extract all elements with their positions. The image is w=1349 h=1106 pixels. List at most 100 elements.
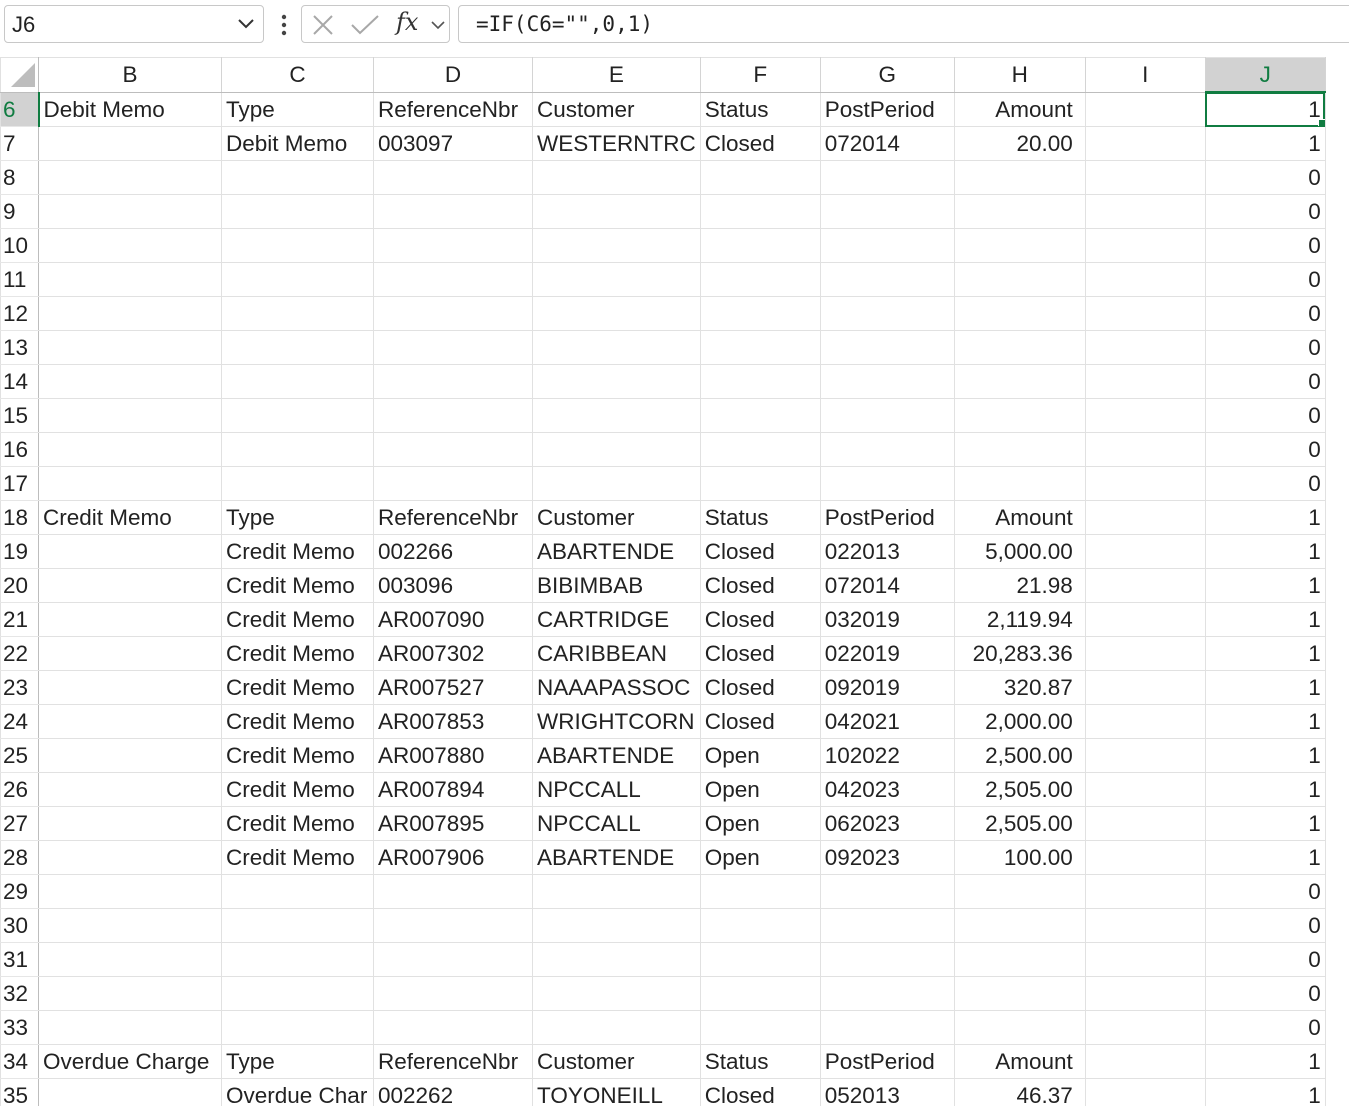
row-header[interactable]: 29 (0, 874, 39, 909)
cell-g[interactable]: PostPeriod (819, 500, 955, 535)
cell-e[interactable] (532, 228, 701, 263)
cell-c[interactable]: Credit Memo (221, 704, 374, 739)
cell-j[interactable]: 1 (1204, 1078, 1326, 1106)
cell-j[interactable]: 0 (1204, 330, 1326, 365)
cell-j[interactable]: 1 (1204, 1044, 1326, 1079)
active-cell[interactable]: 1 (1204, 91, 1326, 127)
cell-f[interactable]: Closed (699, 670, 821, 705)
cell-g[interactable]: 042021 (819, 704, 955, 739)
cell-j[interactable]: 0 (1204, 398, 1326, 433)
row-header[interactable]: 8 (0, 160, 39, 195)
cell-e[interactable] (532, 364, 701, 399)
cell-i[interactable] (1084, 806, 1206, 841)
row-header[interactable]: 25 (0, 738, 39, 773)
cell-c[interactable]: Overdue Char (221, 1078, 374, 1106)
name-box-value[interactable]: J6 (12, 12, 35, 38)
cell-e[interactable] (532, 262, 701, 297)
cell-j[interactable]: 0 (1204, 262, 1326, 297)
cell-d[interactable]: 003096 (373, 568, 533, 603)
cell-j[interactable]: 1 (1204, 126, 1326, 161)
cell-g[interactable]: 102022 (819, 738, 955, 773)
cell-b[interactable] (38, 466, 222, 501)
cell-e[interactable]: BIBIMBAB (532, 568, 701, 603)
cell-h[interactable] (953, 228, 1086, 263)
cell-c[interactable]: Credit Memo (221, 568, 374, 603)
cell-d[interactable] (373, 398, 533, 433)
cell-g[interactable] (819, 432, 955, 467)
cell-g[interactable]: 062023 (819, 806, 955, 841)
formula-text[interactable]: =IF(C6="",0,1) (476, 12, 653, 36)
cell-i[interactable] (1084, 534, 1206, 569)
row-header[interactable]: 16 (0, 432, 39, 467)
cell-d[interactable]: AR007302 (373, 636, 533, 671)
cell-b[interactable] (38, 126, 222, 161)
cell-c[interactable]: Type (221, 500, 374, 535)
cell-b[interactable] (38, 772, 222, 807)
cell-e[interactable] (532, 330, 701, 365)
cell-h[interactable]: 320.87 (953, 670, 1086, 705)
cell-e[interactable] (532, 908, 701, 943)
cell-h[interactable]: 21.98 (953, 568, 1086, 603)
cell-g[interactable] (819, 1010, 955, 1045)
cell-i[interactable] (1084, 126, 1206, 161)
cell-e[interactable] (532, 194, 701, 229)
cell-b[interactable] (38, 840, 222, 875)
cell-b[interactable] (38, 330, 222, 365)
cell-c[interactable] (221, 942, 374, 977)
cell-j[interactable]: 0 (1204, 908, 1326, 943)
cell-i[interactable] (1084, 194, 1206, 229)
cell-h[interactable] (953, 908, 1086, 943)
cell-h[interactable] (953, 330, 1086, 365)
row-header[interactable]: 19 (0, 534, 39, 569)
cell-g[interactable] (819, 194, 955, 229)
cell-c[interactable] (221, 466, 374, 501)
chevron-down-icon[interactable] (235, 12, 257, 39)
cell-b[interactable] (38, 432, 222, 467)
cell-f[interactable]: Open (699, 738, 821, 773)
cell-g[interactable] (819, 364, 955, 399)
column-header-h[interactable]: H (953, 57, 1086, 93)
cell-j[interactable]: 0 (1204, 874, 1326, 909)
cell-d[interactable] (373, 330, 533, 365)
cell-g[interactable]: PostPeriod (819, 1044, 955, 1079)
cell-e[interactable] (532, 874, 701, 909)
cell-g[interactable]: 022013 (819, 534, 955, 569)
cell-c[interactable]: Credit Memo (221, 670, 374, 705)
cell-i[interactable] (1084, 568, 1206, 603)
cell-d[interactable] (373, 874, 533, 909)
row-header[interactable]: 7 (0, 126, 39, 161)
cell-c[interactable] (221, 228, 374, 263)
cell-d[interactable] (373, 296, 533, 331)
cell-h[interactable] (953, 976, 1086, 1011)
cell-j[interactable]: 1 (1204, 738, 1326, 773)
cell-c[interactable] (221, 976, 374, 1011)
cell-h[interactable] (953, 160, 1086, 195)
cell-f[interactable] (699, 398, 821, 433)
cell-i[interactable] (1084, 636, 1206, 671)
cell-c[interactable]: Credit Memo (221, 636, 374, 671)
cell-f[interactable]: Closed (699, 704, 821, 739)
row-header[interactable]: 11 (0, 262, 39, 297)
enter-checkmark-icon[interactable] (350, 14, 380, 41)
column-header-g[interactable]: G (819, 57, 955, 93)
cell-f[interactable]: Status (699, 1044, 821, 1079)
cell-e[interactable]: WESTERNTRC (532, 126, 701, 161)
cell-c[interactable]: Credit Memo (221, 738, 374, 773)
cell-b[interactable]: Overdue Charge (38, 1044, 222, 1079)
cell-d[interactable] (373, 228, 533, 263)
row-header[interactable]: 15 (0, 398, 39, 433)
cell-g[interactable] (819, 330, 955, 365)
cell-c[interactable]: Type (221, 91, 374, 127)
cell-g[interactable]: 072014 (819, 126, 955, 161)
cell-d[interactable] (373, 942, 533, 977)
cell-e[interactable]: ABARTENDE (532, 534, 701, 569)
cell-i[interactable] (1084, 874, 1206, 909)
cell-j[interactable]: 0 (1204, 1010, 1326, 1045)
cell-j[interactable]: 0 (1204, 194, 1326, 229)
cell-h[interactable] (953, 398, 1086, 433)
cell-c[interactable]: Debit Memo (221, 126, 374, 161)
cell-g[interactable]: 092019 (819, 670, 955, 705)
cell-g[interactable] (819, 942, 955, 977)
cell-j[interactable]: 0 (1204, 942, 1326, 977)
cell-j[interactable]: 0 (1204, 160, 1326, 195)
